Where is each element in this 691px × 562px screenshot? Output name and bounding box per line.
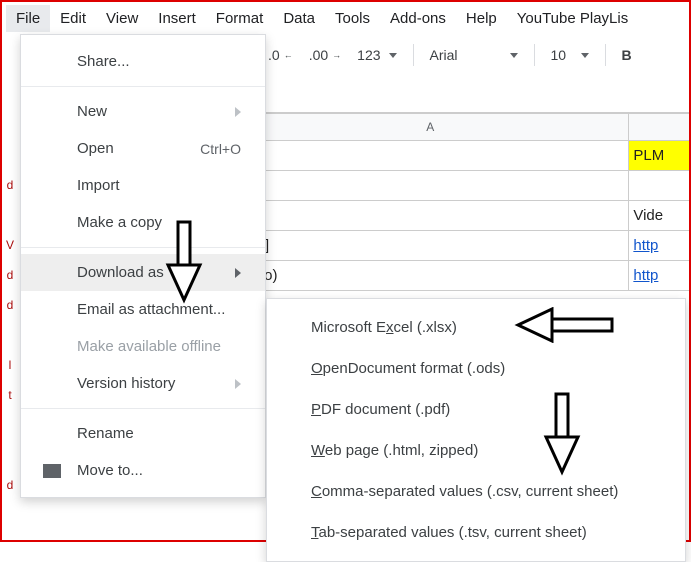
font-size-select[interactable]: 10 — [545, 43, 595, 67]
menu-edit[interactable]: Edit — [50, 5, 96, 32]
cell[interactable] — [232, 201, 629, 231]
cell[interactable] — [629, 171, 689, 201]
menu-item-email-attachment[interactable]: Email as attachment... — [21, 291, 265, 328]
menu-item-share[interactable]: Share... — [21, 43, 265, 80]
cell[interactable]: http — [629, 261, 689, 291]
increase-decimal-button[interactable]: .00→ — [303, 43, 347, 67]
menu-item-import[interactable]: Import — [21, 167, 265, 204]
annotation-arrow-down-2 — [542, 392, 582, 477]
submenu-item-xlsx[interactable]: Microsoft Excel (.xlsx) — [267, 307, 685, 348]
menu-item-version-history[interactable]: Version history — [21, 365, 265, 402]
chevron-down-icon — [510, 53, 518, 58]
submenu-item-csv[interactable]: Comma-separated values (.csv, current sh… — [267, 471, 685, 512]
row-headers: d V d d l t d — [2, 140, 16, 500]
submenu-item-pdf[interactable]: PDF document (.pdf) — [267, 389, 685, 430]
menu-tools[interactable]: Tools — [325, 5, 380, 32]
shortcut-label: Ctrl+O — [200, 141, 241, 157]
submenu-item-ods[interactable]: OpenDocument format (.ods) — [267, 348, 685, 389]
cell[interactable]: Vide — [629, 201, 689, 231]
cell[interactable]: http — [629, 231, 689, 261]
menu-view[interactable]: View — [96, 5, 148, 32]
menu-item-download-as[interactable]: Download as — [21, 254, 265, 291]
cell[interactable]: /ideo) — [232, 261, 629, 291]
menu-item-new[interactable]: New — [21, 93, 265, 130]
chevron-down-icon — [581, 53, 589, 58]
submenu-item-web[interactable]: Web page (.html, zipped) — [267, 430, 685, 471]
spreadsheet-grid[interactable]: A L) PLM Vide deo] http /ideo) http — [232, 112, 689, 291]
menu-item-move-to[interactable]: Move to... — [21, 452, 265, 489]
menu-item-rename[interactable]: Rename — [21, 415, 265, 452]
cell[interactable] — [232, 171, 629, 201]
menu-file[interactable]: File — [6, 5, 50, 32]
chevron-down-icon — [389, 53, 397, 58]
cell[interactable]: L) — [232, 141, 629, 171]
chevron-right-icon — [235, 268, 241, 278]
chevron-right-icon — [235, 379, 241, 389]
menu-insert[interactable]: Insert — [148, 5, 206, 32]
menubar: File Edit View Insert Format Data Tools … — [2, 2, 689, 34]
folder-icon — [43, 464, 61, 478]
menu-item-available-offline: Make available offline — [21, 328, 265, 365]
decrease-decimal-button[interactable]: .0← — [262, 43, 299, 67]
menu-addons[interactable]: Add-ons — [380, 5, 456, 32]
file-menu-dropdown: Share... New OpenCtrl+O Import Make a co… — [20, 34, 266, 498]
bold-button[interactable]: B — [616, 43, 638, 67]
menu-item-make-copy[interactable]: Make a copy — [21, 204, 265, 241]
annotation-arrow-left — [512, 307, 617, 343]
cell[interactable]: deo] — [232, 231, 629, 261]
annotation-arrow-down-1 — [164, 220, 204, 305]
more-formats-button[interactable]: 123 — [351, 43, 402, 67]
menu-help[interactable]: Help — [456, 5, 507, 32]
menu-item-open[interactable]: OpenCtrl+O — [21, 130, 265, 167]
menu-data[interactable]: Data — [273, 5, 325, 32]
font-family-select[interactable]: Arial — [424, 43, 524, 67]
download-as-submenu: Microsoft Excel (.xlsx) OpenDocument for… — [266, 298, 686, 562]
submenu-item-tsv[interactable]: Tab-separated values (.tsv, current shee… — [267, 512, 685, 553]
column-header-b[interactable] — [629, 113, 689, 141]
chevron-right-icon — [235, 107, 241, 117]
menu-format[interactable]: Format — [206, 5, 274, 32]
column-header-a[interactable]: A — [232, 113, 629, 141]
cell[interactable]: PLM — [629, 141, 689, 171]
menu-youtube-playlist[interactable]: YouTube PlayLis — [507, 5, 638, 32]
